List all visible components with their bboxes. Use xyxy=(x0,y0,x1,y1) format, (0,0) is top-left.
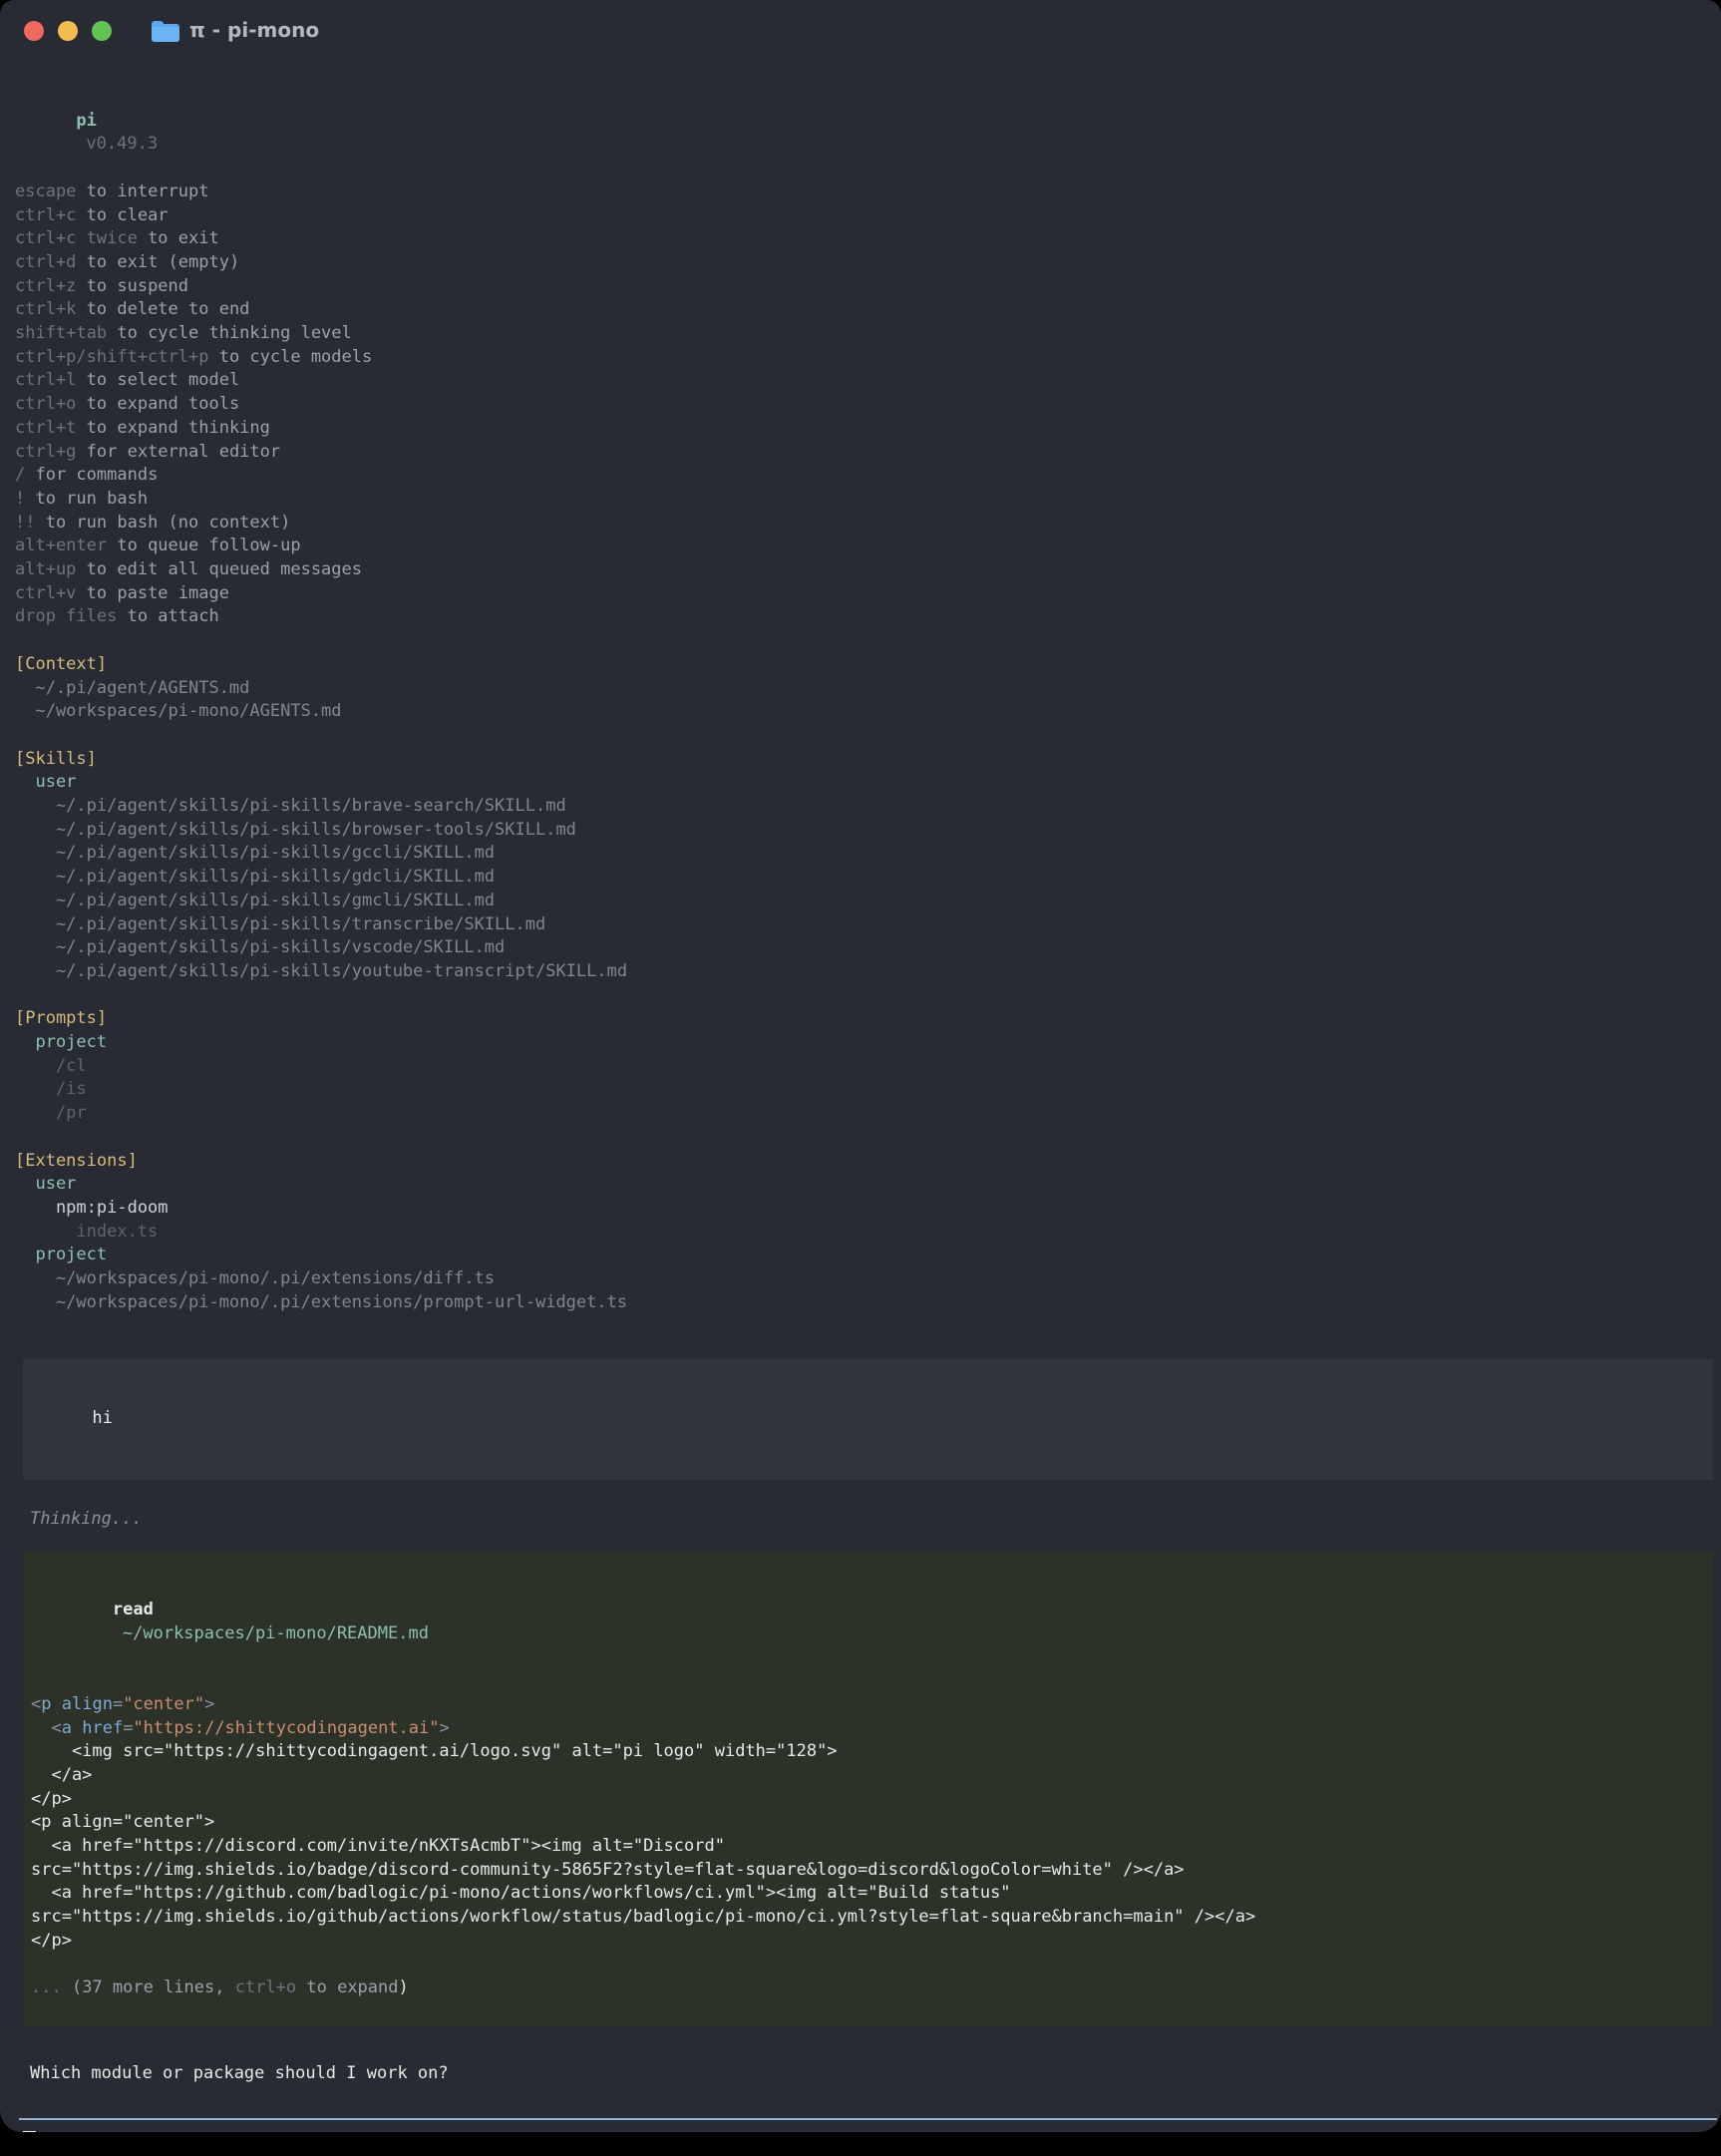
section-item: ~/.pi/agent/skills/pi-skills/transcribe/… xyxy=(15,913,1721,937)
shortcuts-list: escape to interruptctrl+c to clearctrl+c… xyxy=(15,180,1721,629)
app-version: v0.49.3 xyxy=(86,134,158,154)
shortcut-line: ctrl+c twice to exit xyxy=(15,227,1721,251)
assistant-message: Which module or package should I work on… xyxy=(30,2062,1721,2086)
tool-call-box: read ~/workspaces/pi-mono/README.md <p a… xyxy=(23,1551,1713,2026)
thinking-indicator: Thinking... xyxy=(30,1508,1721,1532)
shortcut-line: drop files to attach xyxy=(15,605,1721,629)
code-line: <a href="https://discord.com/invite/nKXT… xyxy=(31,1835,1713,1859)
shortcut-line: ctrl+t to expand thinking xyxy=(15,417,1721,441)
app-name: pi xyxy=(76,111,96,131)
section-item: user xyxy=(15,771,1721,795)
folder-icon xyxy=(152,21,179,42)
terminal-content: pi v0.49.3 escape to interruptctrl+c to … xyxy=(0,62,1721,2132)
shortcut-line: / for commands xyxy=(15,464,1721,488)
section-item: npm:pi-doom xyxy=(15,1197,1721,1221)
shortcut-line: alt+up to edit all queued messages xyxy=(15,558,1721,582)
section-item: index.ts xyxy=(15,1221,1721,1245)
text-cursor xyxy=(23,2131,36,2132)
section-item: project xyxy=(15,1244,1721,1267)
app-version-line: pi v0.49.3 xyxy=(15,86,1721,180)
section-item: ~/workspaces/pi-mono/.pi/extensions/diff… xyxy=(15,1267,1721,1291)
section-item: /cl xyxy=(15,1055,1721,1079)
code-line: </a> xyxy=(31,1764,1713,1788)
window-title: π - pi-mono xyxy=(189,19,319,43)
shortcut-line: ctrl+d to exit (empty) xyxy=(15,251,1721,275)
section-item: ~/.pi/agent/skills/pi-skills/vscode/SKIL… xyxy=(15,936,1721,960)
section-item: ~/.pi/agent/skills/pi-skills/gccli/SKILL… xyxy=(15,842,1721,866)
truncation-notice: ... (37 more lines, ctrl+o to expand) xyxy=(31,1976,1713,2000)
titlebar: π - pi-mono xyxy=(0,0,1721,62)
section-item: user xyxy=(15,1173,1721,1197)
section-item: ~/.pi/agent/skills/pi-skills/gdcli/SKILL… xyxy=(15,866,1721,890)
config-section: [Extensions] user npm:pi-doom index.ts p… xyxy=(15,1150,1721,1315)
zoom-window-button[interactable] xyxy=(92,21,112,41)
section-item: ~/workspaces/pi-mono/AGENTS.md xyxy=(15,700,1721,724)
code-line: </p> xyxy=(31,1930,1713,1954)
shortcut-line: ! to run bash xyxy=(15,488,1721,512)
shortcut-line: !! to run bash (no context) xyxy=(15,512,1721,536)
section-item: project xyxy=(15,1031,1721,1055)
shortcut-line: ctrl+o to expand tools xyxy=(15,393,1721,417)
config-section: [Skills] user ~/.pi/agent/skills/pi-skil… xyxy=(15,748,1721,984)
section-header: [Extensions] xyxy=(15,1150,1721,1174)
context-sections: [Context] ~/.pi/agent/AGENTS.md ~/worksp… xyxy=(15,653,1721,1315)
section-header: [Context] xyxy=(15,653,1721,677)
user-message-bubble: hi xyxy=(23,1359,1713,1480)
section-header: [Skills] xyxy=(15,748,1721,772)
section-item: /pr xyxy=(15,1102,1721,1126)
shortcut-line: shift+tab to cycle thinking level xyxy=(15,322,1721,346)
code-line: src="https://img.shields.io/badge/discor… xyxy=(31,1859,1713,1883)
shortcut-line: ctrl+l to select model xyxy=(15,369,1721,393)
config-section: [Context] ~/.pi/agent/AGENTS.md ~/worksp… xyxy=(15,653,1721,724)
tool-path: ~/workspaces/pi-mono/README.md xyxy=(123,1623,429,1643)
section-item: ~/.pi/agent/skills/pi-skills/browser-too… xyxy=(15,819,1721,843)
shortcut-line: alt+enter to queue follow-up xyxy=(15,535,1721,558)
code-line: <p align="center"> xyxy=(31,1811,1713,1835)
shortcut-line: ctrl+p/shift+ctrl+p to cycle models xyxy=(15,346,1721,370)
section-item: ~/workspaces/pi-mono/.pi/extensions/prom… xyxy=(15,1291,1721,1315)
shortcut-line: escape to interrupt xyxy=(15,180,1721,204)
section-header: [Prompts] xyxy=(15,1007,1721,1031)
close-window-button[interactable] xyxy=(24,21,44,41)
tool-call-header: read ~/workspaces/pi-mono/README.md xyxy=(31,1575,1713,1669)
code-line: <img src="https://shittycodingagent.ai/l… xyxy=(31,1740,1713,1764)
section-item: ~/.pi/agent/skills/pi-skills/gmcli/SKILL… xyxy=(15,890,1721,913)
tool-output-code: <p align="center"> <a href="https://shit… xyxy=(31,1693,1713,1954)
shortcut-line: ctrl+z to suspend xyxy=(15,275,1721,299)
section-item: ~/.pi/agent/skills/pi-skills/youtube-tra… xyxy=(15,960,1721,984)
section-item: /is xyxy=(15,1078,1721,1102)
shortcut-line: ctrl+g for external editor xyxy=(15,441,1721,465)
minimize-window-button[interactable] xyxy=(58,21,78,41)
tool-verb: read xyxy=(113,1600,154,1619)
terminal-window: π - pi-mono pi v0.49.3 escape to interru… xyxy=(0,0,1721,2132)
shortcut-line: ctrl+c to clear xyxy=(15,204,1721,228)
prompt-input[interactable] xyxy=(19,2118,1717,2132)
code-line: <a href="https://github.com/badlogic/pi-… xyxy=(31,1882,1713,1906)
section-item: ~/.pi/agent/AGENTS.md xyxy=(15,677,1721,701)
section-item: ~/.pi/agent/skills/pi-skills/brave-searc… xyxy=(15,795,1721,819)
shortcut-line: ctrl+v to paste image xyxy=(15,582,1721,606)
shortcut-line: ctrl+k to delete to end xyxy=(15,298,1721,322)
user-message-text: hi xyxy=(92,1408,112,1428)
code-line: <p align="center"> xyxy=(31,1693,1713,1717)
config-section: [Prompts] project /cl /is /pr xyxy=(15,1007,1721,1126)
code-line: <a href="https://shittycodingagent.ai"> xyxy=(31,1717,1713,1741)
code-line: src="https://img.shields.io/github/actio… xyxy=(31,1906,1713,1930)
code-line: </p> xyxy=(31,1788,1713,1812)
